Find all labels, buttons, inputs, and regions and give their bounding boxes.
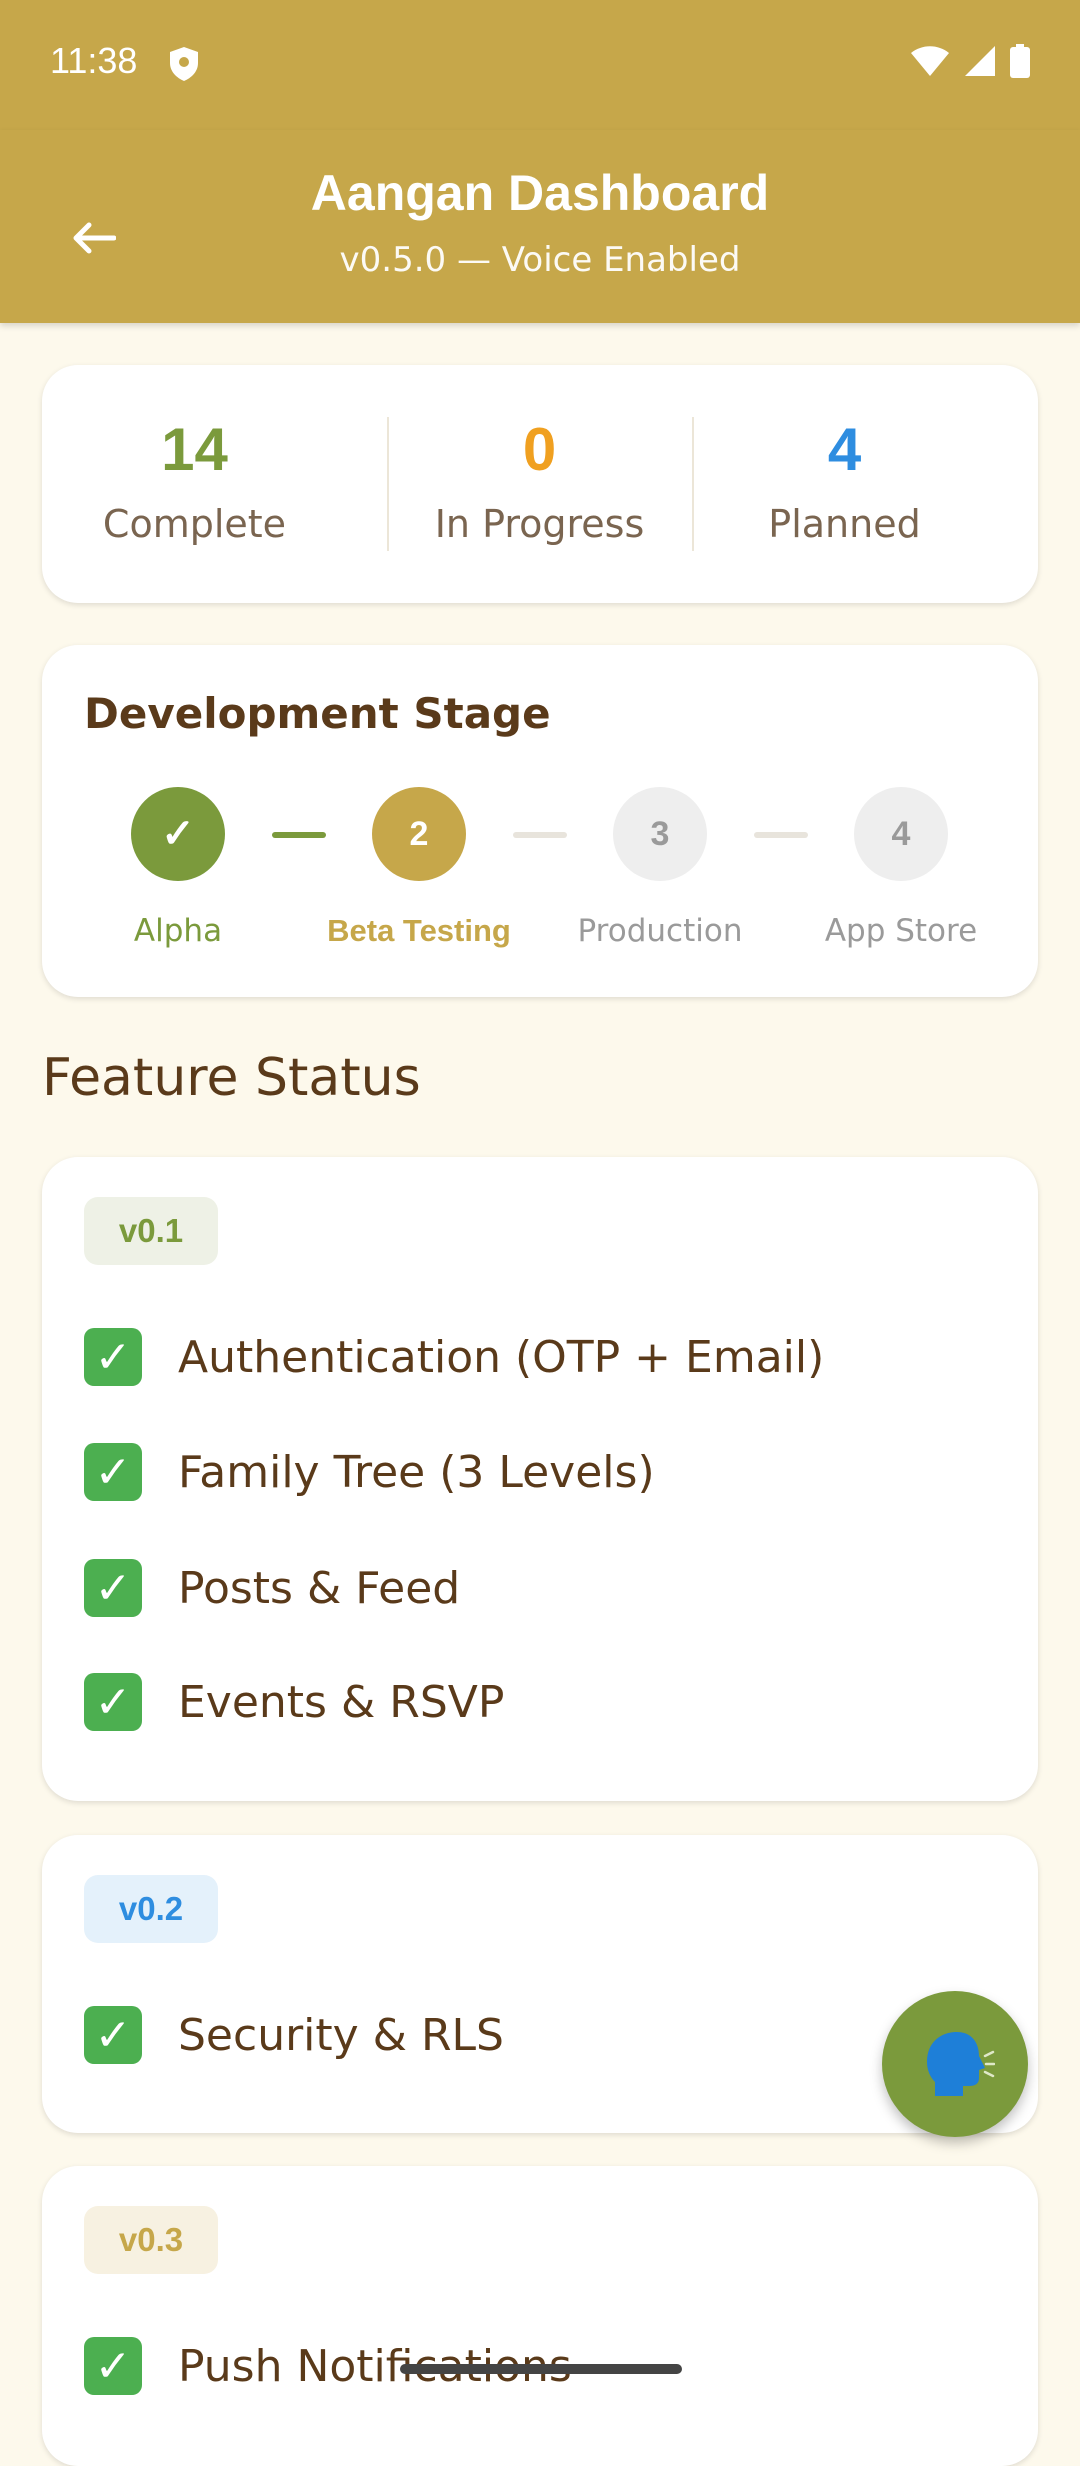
stage-step-beta: 2 Beta Testing	[319, 787, 519, 949]
feature-item: ✓ Authentication (OTP + Email)	[84, 1317, 824, 1397]
step-connector	[754, 832, 808, 838]
status-bar: 11:38	[0, 0, 1080, 130]
stat-planned: 4 Planned	[692, 365, 997, 603]
feature-label: Events & RSVP	[178, 1676, 505, 1728]
version-badge: v0.1	[84, 1197, 218, 1265]
stat-label: Planned	[768, 502, 921, 546]
check-mark-icon: ✓	[84, 2337, 142, 2395]
step-marker: 3	[613, 787, 707, 881]
step-connector	[513, 832, 567, 838]
stat-value: 4	[827, 416, 862, 483]
step-label: Beta Testing	[327, 913, 511, 948]
development-stage-card: Development Stage ✓ Alpha 2 Beta Testing…	[42, 645, 1038, 997]
feature-item: ✓ Security & RLS	[84, 1995, 504, 2075]
step-label: Alpha	[133, 913, 223, 949]
feature-item: ✓ Events & RSVP	[84, 1662, 504, 1742]
check-mark-icon: ✓	[84, 1443, 142, 1501]
page-title: Aangan Dashboard	[310, 165, 770, 221]
shield-icon	[168, 46, 200, 86]
version-badge: v0.2	[84, 1875, 218, 1943]
feature-group-v0-1: v0.1 ✓ Authentication (OTP + Email) ✓ Fa…	[42, 1157, 1038, 1801]
home-indicator[interactable]	[400, 2364, 682, 2374]
check-mark-icon: ✓	[84, 1673, 142, 1731]
app-bar: Aangan Dashboard v0.5.0 — Voice Enabled	[0, 130, 1080, 323]
speaking-head-icon	[915, 2022, 996, 2106]
step-marker: ✓	[131, 787, 225, 881]
stage-title: Development Stage	[84, 689, 551, 738]
wifi-icon	[910, 45, 950, 81]
stat-label: Complete	[102, 502, 287, 546]
stat-value: 14	[161, 416, 228, 483]
stat-label: In Progress	[434, 502, 645, 546]
feature-item: ✓ Family Tree (3 Levels)	[84, 1432, 655, 1512]
stage-step-alpha: ✓ Alpha	[78, 787, 278, 949]
stat-value: 0	[522, 416, 557, 483]
status-time: 11:38	[50, 40, 138, 81]
feature-label: Family Tree (3 Levels)	[178, 1446, 655, 1498]
check-mark-icon: ✓	[84, 2006, 142, 2064]
stage-step-production: 3 Production	[560, 787, 760, 949]
signal-icon	[964, 45, 996, 81]
feature-group-v0-3: v0.3 ✓ Push Notifications	[42, 2166, 1038, 2466]
feature-status-heading: Feature Status	[42, 1048, 421, 1108]
step-marker: 4	[854, 787, 948, 881]
battery-icon	[1010, 44, 1030, 82]
page-subtitle: v0.5.0 — Voice Enabled	[339, 240, 741, 280]
voice-assistant-button[interactable]	[882, 1991, 1028, 2137]
stats-card: 14 Complete 0 In Progress 4 Planned	[42, 365, 1038, 603]
stat-complete: 14 Complete	[42, 365, 347, 603]
feature-label: Security & RLS	[178, 2009, 504, 2061]
check-mark-icon: ✓	[84, 1559, 142, 1617]
version-badge: v0.3	[84, 2206, 218, 2274]
feature-label: Posts & Feed	[178, 1562, 461, 1614]
step-label: Production	[577, 913, 743, 949]
step-connector	[272, 832, 326, 838]
step-marker: 2	[372, 787, 466, 881]
stage-step-app-store: 4 App Store	[801, 787, 1001, 949]
feature-label: Authentication (OTP + Email)	[178, 1331, 825, 1383]
feature-item: ✓ Posts & Feed	[84, 1548, 460, 1628]
step-label: App Store	[824, 913, 978, 949]
stat-in-progress: 0 In Progress	[387, 365, 692, 603]
check-mark-icon: ✓	[84, 1328, 142, 1386]
